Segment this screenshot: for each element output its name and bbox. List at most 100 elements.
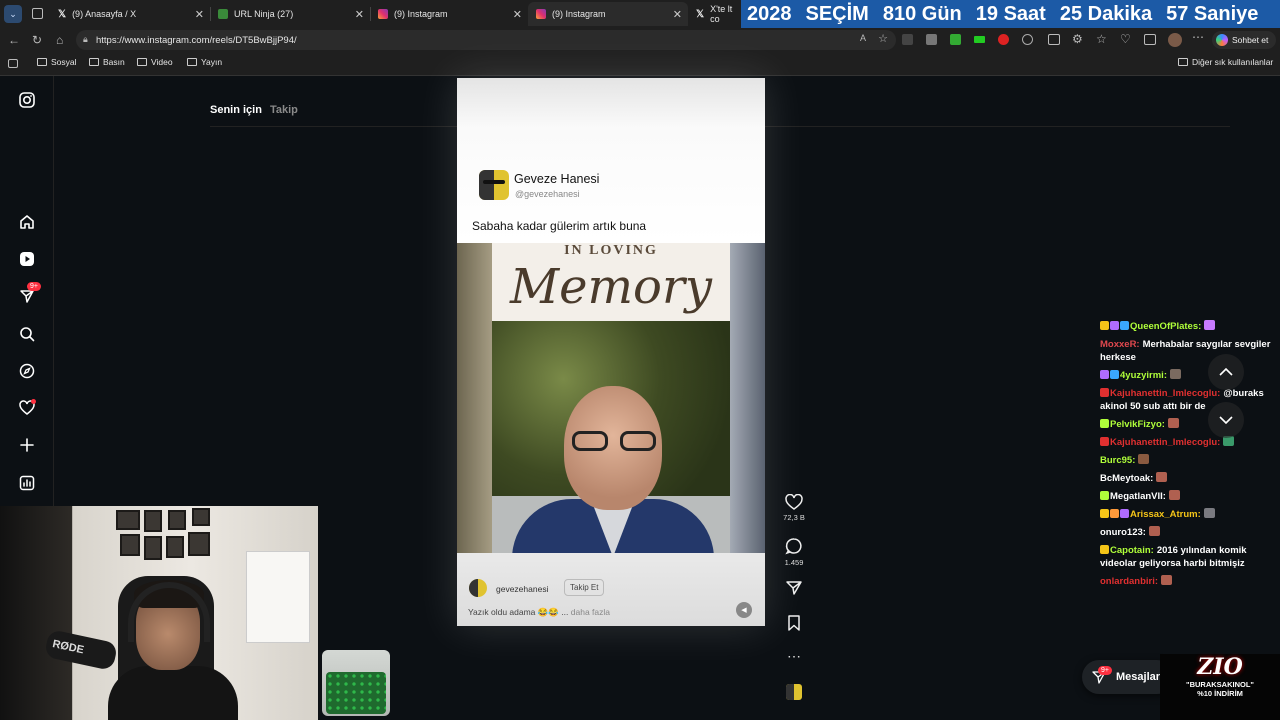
bookmark-label: Video <box>151 57 173 67</box>
countdown-seconds: 57 Saniye <box>1166 2 1259 25</box>
caption-text: Yazık oldu adama 😂😂 ... <box>468 607 569 617</box>
explore-icon[interactable] <box>17 361 37 381</box>
more-menu-icon[interactable]: ⋯ <box>1192 30 1204 44</box>
memorial-header: IN LOVING <box>564 243 658 258</box>
folder-icon <box>137 58 147 66</box>
profile-avatar[interactable] <box>1168 33 1182 47</box>
memorial-photo: IN LOVING Memory <box>457 243 765 553</box>
tab-instagram-2[interactable]: (9) Instagram ✕ <box>528 2 688 26</box>
refresh-icon[interactable]: ↻ <box>32 33 42 47</box>
home-icon[interactable]: ⌂ <box>56 33 63 47</box>
address-bar[interactable]: 🔒︎ https://www.instagram.com/reels/DT5Bw… <box>76 30 896 50</box>
tab-url-ninja[interactable]: URL Ninja (27) ✕ <box>210 2 370 26</box>
audio-thumbnail[interactable] <box>783 684 805 700</box>
reel-owner-name[interactable]: gevezehanesi <box>496 584 548 594</box>
extension-icon[interactable] <box>1022 34 1033 45</box>
tab-following[interactable]: Takip <box>270 104 298 116</box>
copilot-button[interactable]: Sohbet et <box>1212 31 1276 49</box>
screenshot-icon[interactable] <box>1144 34 1156 45</box>
extension-icon[interactable] <box>926 34 937 45</box>
comment-count: 1.459 <box>784 558 804 567</box>
tweet-text: Sabaha kadar gülerim artık buna <box>472 219 647 233</box>
bookmark-folder-yayin[interactable]: Yayın <box>187 57 222 67</box>
bookmark-folder-video[interactable]: Video <box>137 57 173 67</box>
chat-username: Kajuhanettin_Imlecoglu: <box>1110 388 1221 399</box>
favorite-star-icon[interactable]: ☆ <box>878 32 888 45</box>
chat-username: onlardanbiri: <box>1100 576 1159 587</box>
tab-instagram-1[interactable]: (9) Instagram ✕ <box>370 2 528 26</box>
extension-icon[interactable] <box>974 36 985 43</box>
chat-emote-icon <box>1204 320 1216 330</box>
mute-button[interactable]: ◀ <box>736 602 752 618</box>
countdown-year: 2028 <box>747 2 792 25</box>
chat-badge-icon <box>1100 388 1109 397</box>
tab-x-home[interactable]: 𝕏 (9) Anasayfa / X ✕ <box>50 2 210 26</box>
caption-more-link[interactable]: daha fazla <box>571 607 610 617</box>
create-icon[interactable] <box>17 435 37 455</box>
close-tab-icon[interactable]: ✕ <box>513 8 522 21</box>
bookmark-folder-sosyal[interactable]: Sosyal <box>37 57 77 67</box>
home-icon[interactable] <box>17 212 37 232</box>
split-screen-icon[interactable] <box>1048 34 1060 45</box>
messages-label: Mesajlar <box>1116 671 1161 683</box>
extensions-icon[interactable]: ⚙ <box>1072 32 1083 46</box>
save-button[interactable] <box>783 615 805 634</box>
chat-message: MoxxeR: Merhabalar saygılar sevgiler herk… <box>1100 338 1280 364</box>
reel-video[interactable]: Geveze Hanesi @gevezehanesi Sabaha kadar… <box>457 78 765 626</box>
extension-icon[interactable] <box>902 34 913 45</box>
other-favorites-folder[interactable]: Diğer sık kullanılanlar <box>1178 57 1273 67</box>
x-logo-icon: 𝕏 <box>58 8 67 20</box>
search-icon[interactable] <box>17 324 37 344</box>
x-logo-icon: 𝕏 <box>696 8 705 20</box>
memorial-title: Memory <box>509 259 713 315</box>
close-tab-icon[interactable]: ✕ <box>673 8 682 21</box>
reel-caption[interactable]: Yazık oldu adama 😂😂 ... daha fazla <box>468 607 610 618</box>
tab-for-you[interactable]: Senin için <box>210 104 262 116</box>
promo-code: "BURAKSAKINOL" <box>1186 680 1254 689</box>
more-options-icon[interactable]: ⋯ <box>783 648 805 665</box>
reels-icon[interactable] <box>17 249 37 269</box>
notifications-heart-icon[interactable] <box>17 398 37 418</box>
extension-icon[interactable] <box>950 34 961 45</box>
close-tab-icon[interactable]: ✕ <box>195 8 204 21</box>
favorites-icon[interactable]: ☆ <box>1096 32 1107 46</box>
instagram-logo-icon[interactable] <box>17 90 37 110</box>
close-tab-icon[interactable]: ✕ <box>355 8 364 21</box>
ninja-icon <box>218 9 228 19</box>
dashboard-icon[interactable] <box>17 473 37 493</box>
election-countdown-banner: 2028 SEÇİM 810 Gün 19 Saat 25 Dakika 57 … <box>741 0 1280 28</box>
follow-button[interactable]: Takip Et <box>564 579 605 596</box>
bookmark-folder-basin[interactable]: Basın <box>89 57 125 67</box>
mic-brand-label: RØDE <box>51 638 85 657</box>
read-aloud-icon[interactable]: A <box>860 33 866 43</box>
next-reel-button[interactable] <box>1208 402 1244 438</box>
tab-actions-menu[interactable]: ⌄ <box>4 5 22 23</box>
chat-message: Arissax_Atrum: <box>1100 508 1280 521</box>
chat-emote-icon <box>1168 490 1180 500</box>
stream-chat-overlay: QueenOfPlates: MoxxeR: Merhabalar saygılar… <box>1100 320 1280 650</box>
share-button[interactable] <box>783 580 805 599</box>
folder-icon <box>37 58 47 66</box>
chat-message: PelvikFizyo: <box>1100 418 1280 431</box>
like-button[interactable]: 72,3 B <box>783 494 805 522</box>
chat-emote-icon <box>1170 369 1181 379</box>
tweet-author-handle: @gevezehanesi <box>515 189 580 199</box>
chat-badge-icon <box>1110 321 1119 330</box>
chat-username: MoxxeR: <box>1100 339 1140 350</box>
workspaces-icon[interactable] <box>32 8 43 19</box>
chat-username: MegatlanVII: <box>1110 491 1166 502</box>
extension-icon[interactable] <box>998 34 1009 45</box>
tab-x-second[interactable]: 𝕏 X'te lt co <box>688 2 741 26</box>
collections-icon[interactable] <box>8 59 18 68</box>
chat-username: Capotain: <box>1110 545 1154 556</box>
reel-owner-avatar[interactable] <box>469 579 487 597</box>
folder-icon <box>1178 58 1188 66</box>
messages-icon[interactable]: 9+ <box>17 282 41 306</box>
chat-badge-icon <box>1100 370 1109 379</box>
chat-message: Kajuhanettin_Imlecoglu: @buraks akinol 50… <box>1100 387 1280 413</box>
browser-essentials-icon[interactable]: ♡ <box>1120 32 1131 46</box>
previous-reel-button[interactable] <box>1208 354 1244 390</box>
comment-button[interactable]: 1.459 <box>783 537 805 567</box>
back-icon[interactable]: ← <box>8 33 20 47</box>
chat-username: Arissax_Atrum: <box>1130 509 1201 520</box>
